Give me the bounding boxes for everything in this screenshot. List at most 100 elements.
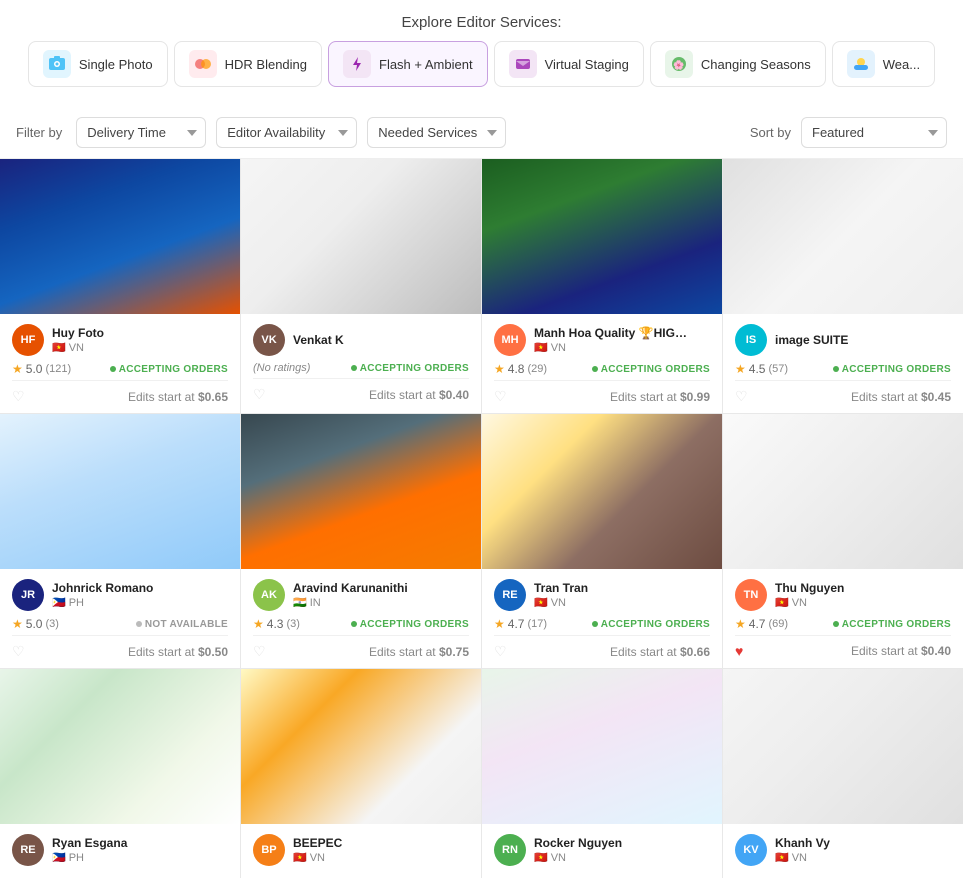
- rating-value: 4.8: [508, 362, 525, 376]
- status-dot: [351, 365, 357, 371]
- card[interactable]: VKVenkat K(No ratings)ACCEPTING ORDERS♡E…: [241, 159, 481, 413]
- price-amount: $0.66: [680, 645, 710, 659]
- card[interactable]: TNThu Nguyen🇻🇳 VN★4.7(69)ACCEPTING ORDER…: [723, 414, 963, 668]
- card[interactable]: RERyan Esgana🇵🇭 PH: [0, 669, 240, 878]
- card[interactable]: JRJohnrick Romano🇵🇭 PH★5.0(3)NOT AVAILAB…: [0, 414, 240, 668]
- avatar: RE: [12, 834, 44, 866]
- card[interactable]: BPBEEPEC🇻🇳 VN: [241, 669, 481, 878]
- rating-count: (29): [527, 363, 547, 375]
- status-dot: [833, 366, 839, 372]
- card-stats: ★4.7(17)ACCEPTING ORDERS: [494, 617, 710, 631]
- service-tab-hdr-blending[interactable]: HDR Blending: [174, 41, 322, 87]
- card[interactable]: ISimage SUITE★4.5(57)ACCEPTING ORDERS♡Ed…: [723, 159, 963, 413]
- country-code: VN: [551, 597, 566, 609]
- card-body: MHManh Hoa Quality 🏆HIGH – END +🇻🇳 VN★4.…: [482, 314, 722, 413]
- tab-label-changing-seasons: Changing Seasons: [701, 57, 811, 72]
- price-amount: $0.45: [921, 390, 951, 404]
- card[interactable]: RNRocker Nguyen🇻🇳 VN: [482, 669, 722, 878]
- rating: ★4.7(17): [494, 617, 547, 631]
- card-stats: ★4.7(69)ACCEPTING ORDERS: [735, 617, 951, 631]
- editor-name: Khanh Vy: [775, 836, 935, 850]
- rating-value: 4.7: [749, 617, 766, 631]
- price-amount: $0.65: [198, 390, 228, 404]
- avatar: RN: [494, 834, 526, 866]
- avatar: IS: [735, 324, 767, 356]
- card-body: JRJohnrick Romano🇵🇭 PH★5.0(3)NOT AVAILAB…: [0, 569, 240, 668]
- star-icon: ★: [12, 362, 23, 376]
- card[interactable]: MHManh Hoa Quality 🏆HIGH – END +🇻🇳 VN★4.…: [482, 159, 722, 413]
- avatar: VK: [253, 324, 285, 356]
- editor-name: image SUITE: [775, 333, 935, 347]
- rating: ★4.8(29): [494, 362, 547, 376]
- status-text: ACCEPTING ORDERS: [842, 364, 951, 375]
- editor-name: Tran Tran: [534, 581, 694, 595]
- service-tab-single-photo[interactable]: Single Photo: [28, 41, 168, 87]
- service-tab-virtual-staging[interactable]: Virtual Staging: [494, 41, 644, 87]
- card-stats: (No ratings)ACCEPTING ORDERS: [253, 362, 469, 374]
- heart-icon[interactable]: ♡: [12, 388, 25, 405]
- service-tab-changing-seasons[interactable]: 🌸Changing Seasons: [650, 41, 826, 87]
- heart-icon[interactable]: ♡: [494, 388, 507, 405]
- rating-value: 5.0: [26, 617, 43, 631]
- heart-icon[interactable]: ♡: [253, 643, 266, 660]
- heart-icon[interactable]: ♡: [494, 643, 507, 660]
- card-image: [482, 159, 722, 314]
- price-text: Edits start at $0.99: [610, 390, 710, 404]
- rating-count: (3): [45, 618, 58, 630]
- heart-icon[interactable]: ♡: [253, 386, 266, 403]
- editor-name: BEEPEC: [293, 836, 453, 850]
- editor-name: Thu Nguyen: [775, 581, 935, 595]
- flag-icon: 🇻🇳: [52, 341, 66, 354]
- tab-icon-single-photo: [43, 50, 71, 78]
- price-text: Edits start at $0.50: [128, 645, 228, 659]
- country-code: VN: [310, 852, 325, 864]
- avatar: HF: [12, 324, 44, 356]
- card[interactable]: HFHuy Foto🇻🇳 VN★5.0(121)ACCEPTING ORDERS…: [0, 159, 240, 413]
- heart-icon[interactable]: ♡: [735, 388, 748, 405]
- service-tab-flash-ambient[interactable]: Flash + Ambient: [328, 41, 488, 87]
- card[interactable]: KVKhanh Vy🇻🇳 VN: [723, 669, 963, 878]
- country-code: PH: [69, 852, 84, 864]
- card-body: AKAravind Karunanithi🇮🇳 IN★4.3(3)ACCEPTI…: [241, 569, 481, 668]
- card[interactable]: AKAravind Karunanithi🇮🇳 IN★4.3(3)ACCEPTI…: [241, 414, 481, 668]
- card-body: RETran Tran🇻🇳 VN★4.7(17)ACCEPTING ORDERS…: [482, 569, 722, 668]
- heart-icon[interactable]: ♥: [735, 643, 743, 659]
- price-amount: $0.40: [921, 644, 951, 658]
- card-stats: ★4.8(29)ACCEPTING ORDERS: [494, 362, 710, 376]
- card-image: [241, 159, 481, 314]
- filter-label: Filter by: [16, 125, 62, 140]
- star-icon: ★: [494, 362, 505, 376]
- avatar: TN: [735, 579, 767, 611]
- service-tab-weather[interactable]: Wea...: [832, 41, 935, 87]
- heart-icon[interactable]: ♡: [12, 643, 25, 660]
- editor-name: Manh Hoa Quality 🏆HIGH – END +: [534, 326, 694, 340]
- editor-country: 🇵🇭 PH: [52, 851, 228, 864]
- rating: ★4.3(3): [253, 617, 300, 631]
- price-text: Edits start at $0.40: [369, 388, 469, 402]
- editor-country: 🇻🇳 VN: [534, 341, 710, 354]
- sort-select[interactable]: FeaturedPrice: Low to HighPrice: High to…: [801, 117, 947, 148]
- tab-label-flash-ambient: Flash + Ambient: [379, 57, 473, 72]
- rating: (No ratings): [253, 362, 310, 374]
- status-badge: NOT AVAILABLE: [136, 619, 228, 630]
- status-text: NOT AVAILABLE: [145, 619, 228, 630]
- editor-country: 🇵🇭 PH: [52, 596, 228, 609]
- rating-value: 4.5: [749, 362, 766, 376]
- country-code: IN: [310, 597, 321, 609]
- editor-availability-filter[interactable]: Editor AvailabilityAccepting OrdersNot A…: [216, 117, 357, 148]
- price-text: Edits start at $0.45: [851, 390, 951, 404]
- card-body: ISimage SUITE★4.5(57)ACCEPTING ORDERS♡Ed…: [723, 314, 963, 413]
- status-badge: ACCEPTING ORDERS: [110, 364, 228, 375]
- needed-services-filter[interactable]: Needed ServicesFlash + AmbientHDR Blendi…: [367, 117, 506, 148]
- star-icon: ★: [12, 617, 23, 631]
- sort-label: Sort by: [750, 125, 791, 140]
- status-dot: [833, 621, 839, 627]
- price-text: Edits start at $0.75: [369, 645, 469, 659]
- card[interactable]: RETran Tran🇻🇳 VN★4.7(17)ACCEPTING ORDERS…: [482, 414, 722, 668]
- price-amount: $0.40: [439, 388, 469, 402]
- tab-icon-virtual-staging: [509, 50, 537, 78]
- flag-icon: 🇮🇳: [293, 596, 307, 609]
- editor-country: 🇻🇳 VN: [534, 851, 710, 864]
- delivery-time-filter[interactable]: Delivery Time24 Hours48 Hours3 Days1 Wee…: [76, 117, 206, 148]
- editor-name: Aravind Karunanithi: [293, 581, 453, 595]
